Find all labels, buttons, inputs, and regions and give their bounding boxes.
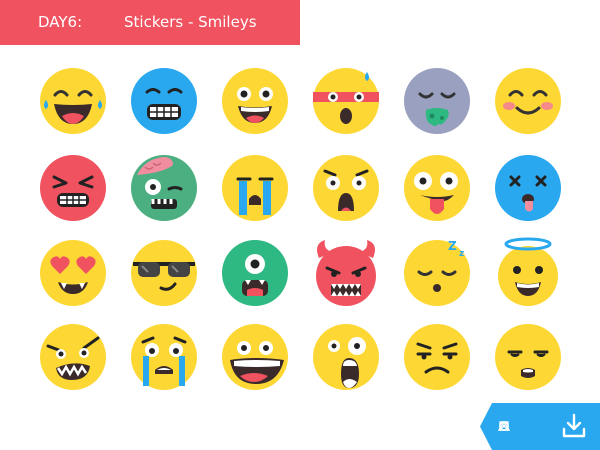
grinning-face-icon[interactable] [222,68,288,134]
devil-face-icon[interactable] [313,240,379,306]
unamused-face-icon[interactable] [495,324,561,390]
download-button[interactable] [480,403,600,450]
download-icon [562,413,586,438]
sticker-grid: Z z [0,0,600,450]
annoyed-face-icon[interactable] [404,324,470,390]
zombie-face-icon[interactable] [131,155,197,221]
controller-icons [498,420,554,434]
screaming-face-icon[interactable] [313,324,379,390]
blushing-smile-face-icon[interactable] [495,68,561,134]
svg-text:z: z [459,249,464,259]
shocked-face-icon[interactable] [313,155,379,221]
frustrated-yelling-face-icon[interactable] [40,324,106,390]
headband-sweat-face-icon[interactable] [313,68,379,134]
sobbing-face-icon[interactable] [131,324,197,390]
vomiting-face-icon[interactable] [404,68,470,134]
laughing-tears-face-icon[interactable] [40,68,106,134]
tongue-out-face-icon[interactable] [404,155,470,221]
heart-eyes-face-icon[interactable] [40,240,106,306]
big-grin-face-icon[interactable] [222,324,288,390]
angel-halo-face-icon[interactable] [495,237,561,306]
sleeping-face-icon[interactable]: Z z [404,239,470,306]
cyclops-monster-face-icon[interactable] [222,240,288,306]
dizzy-blue-face-icon[interactable] [495,155,561,221]
angry-red-face-icon[interactable] [40,155,106,221]
sunglasses-face-icon[interactable] [131,240,197,306]
svg-text:Z: Z [448,239,457,253]
crying-face-icon[interactable] [222,155,288,221]
grimacing-cold-face-icon[interactable] [131,68,197,134]
square-icon [499,421,509,431]
